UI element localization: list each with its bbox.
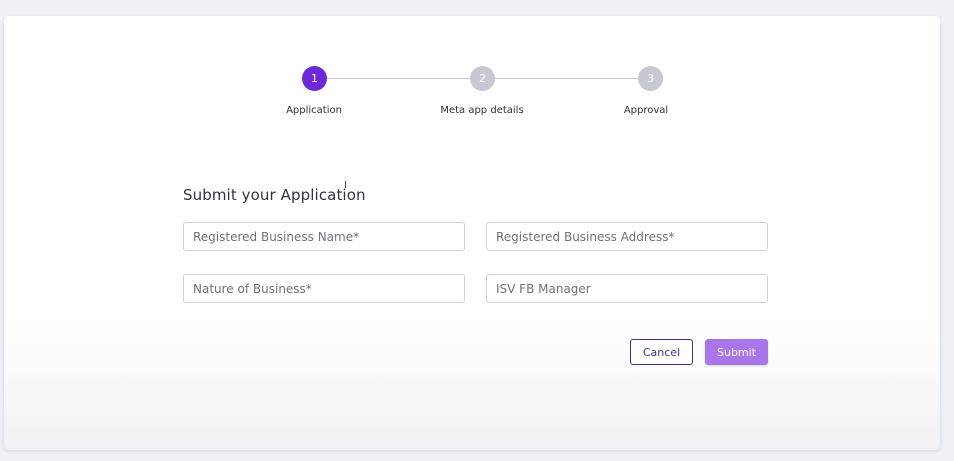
step-2-label: Meta app details	[440, 105, 524, 116]
step-3-circle[interactable]: 3	[638, 66, 663, 91]
step-3-label: Approval	[623, 105, 669, 116]
business-name-field[interactable]	[183, 222, 465, 251]
step-1-circle[interactable]: 1	[302, 66, 327, 91]
step-2-circle[interactable]: 2	[470, 66, 495, 91]
text-cursor-icon: I	[344, 180, 347, 191]
application-card: 1 2 3 Application Meta app details Appro…	[4, 16, 940, 450]
step-connector-1	[314, 78, 482, 79]
progress-stepper: 1 2 3 Application Meta app details Appro…	[4, 16, 940, 116]
business-address-field[interactable]	[486, 222, 768, 251]
step-connector-2	[482, 78, 650, 79]
form-title: Submit your Application	[183, 186, 366, 204]
nature-of-business-field[interactable]	[183, 274, 465, 303]
isv-fb-manager-field[interactable]	[486, 274, 768, 303]
cancel-button[interactable]: Cancel	[630, 339, 693, 365]
step-1-label: Application	[286, 105, 342, 116]
submit-button[interactable]: Submit	[705, 339, 768, 365]
